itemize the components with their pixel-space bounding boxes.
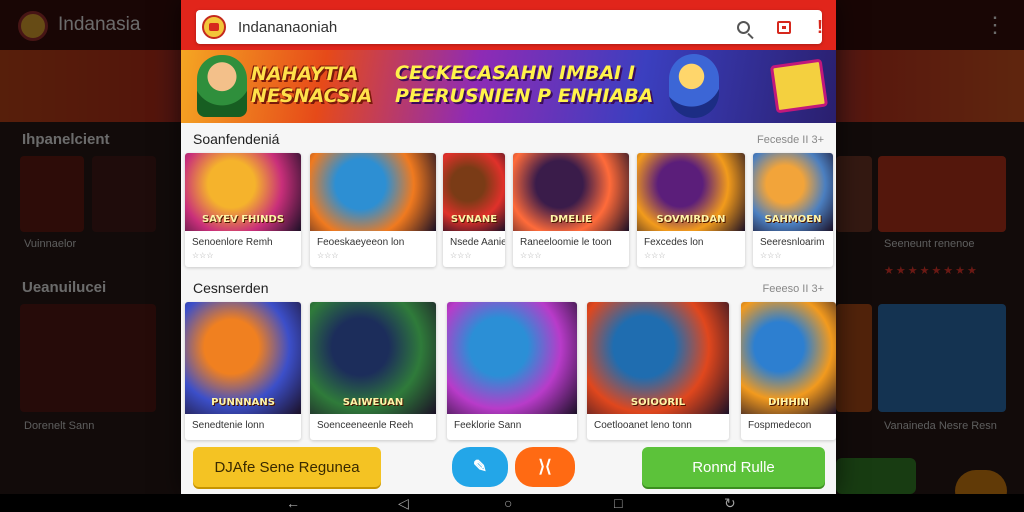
game-cover-label: SAHMOEN [764, 214, 822, 225]
game-title: Feeklorie Sann [454, 420, 522, 431]
bg-caption: Seeneunt renenoe [884, 238, 975, 250]
game-title: Senoenlore Remh [192, 237, 273, 248]
search-icon[interactable] [731, 15, 755, 39]
game-card[interactable]: SVNANE Nsede Aaniet ☆☆☆ [443, 153, 505, 267]
game-rating: ☆☆☆ [760, 251, 782, 260]
bg-tile [20, 156, 84, 232]
game-cover-art: PUNNNANS [185, 302, 301, 414]
box-icon[interactable] [772, 15, 796, 39]
game-card[interactable]: Feoeskaeyeeon lon ☆☆☆ [310, 153, 436, 267]
game-cover-art: SAHMOEN [753, 153, 833, 231]
back-arrow-icon[interactable]: ← [286, 495, 300, 511]
search-input[interactable] [238, 14, 658, 40]
game-card[interactable]: SOIOORIL Coetlooanet leno tonn [587, 302, 729, 440]
recents-icon[interactable]: □ [614, 495, 622, 511]
game-rating: ☆☆☆ [192, 251, 214, 260]
game-title: Fospmedecon [748, 420, 812, 431]
game-cover-art [447, 302, 577, 414]
banner-right-line-2: PEERUSNIEN P ENHIABA [395, 85, 654, 107]
game-title: Seeresnloarim [760, 237, 825, 248]
secondary-action-button[interactable]: Ronnd Rulle [642, 447, 825, 487]
game-cover-label: PUNNNANS [211, 397, 275, 408]
bg-caption: Vuinnaelor [24, 238, 77, 250]
game-cover-label: DIHHIN [768, 397, 809, 408]
game-cover-art: DMELIE [513, 153, 629, 231]
section-title: Cesnserden [193, 280, 269, 296]
game-title: Raneeloomie le toon [520, 237, 612, 248]
game-cover-art [310, 153, 436, 231]
home-icon[interactable]: ○ [504, 495, 512, 511]
bg-app-logo [18, 11, 48, 41]
game-rating: ☆☆☆ [317, 251, 339, 260]
top-bar: ! [181, 0, 836, 50]
bg-section-heading: Ihpanelcient [22, 131, 110, 148]
primary-action-button[interactable]: DJAfe Sene Regunea [193, 447, 381, 487]
game-cover-label: DMELIE [549, 214, 592, 225]
banner-right-line-1: CECKECASAHN IMBAI I [395, 62, 635, 84]
game-card[interactable]: SOVMIRDAN Fexcedes lon ☆☆☆ [637, 153, 745, 267]
game-rating: ☆☆☆ [520, 251, 542, 260]
game-rating: ☆☆☆ [644, 251, 666, 260]
game-cover-art: SVNANE [443, 153, 505, 231]
chat-button[interactable]: ✎ [452, 447, 508, 487]
banner-card-art [769, 58, 829, 114]
bg-tile [836, 156, 872, 232]
banner-character-right [669, 54, 719, 118]
section-more-link[interactable]: Feeeso II 3+ [763, 283, 824, 295]
game-cover-label: SVNANE [450, 214, 498, 225]
game-cover-art: SOIOORIL [587, 302, 729, 414]
game-title: Fexcedes lon [644, 237, 704, 248]
game-title: Senedtenie lonn [192, 420, 265, 431]
game-card[interactable]: SAIWEUAN Soenceeneenle Reeh [310, 302, 436, 440]
screen: Indanasia ⋮ Ihpanelcient Vuinnaelor Seen… [0, 0, 1024, 512]
bg-tile [836, 304, 872, 412]
game-title: Feoeskaeyeeon lon [317, 237, 405, 248]
bg-tile [878, 304, 1006, 412]
bg-app-title: Indanasia [58, 14, 141, 35]
assistant-icon[interactable]: ↻ [724, 495, 736, 512]
bg-rating-stars: ★★★★★★★★ [884, 265, 979, 277]
store-panel: ! NAHAYTIA NESNACSIA CECKECASAHN IMBAI I… [181, 0, 836, 494]
overflow-menu-icon[interactable]: ⋮ [984, 12, 1006, 38]
bg-tile [20, 304, 156, 412]
section-more-link[interactable]: Fecesde II 3+ [757, 134, 824, 146]
bg-tile [878, 156, 1006, 232]
game-card[interactable]: SAHMOEN Seeresnloarim ☆☆☆ [753, 153, 833, 267]
promo-banner[interactable]: NAHAYTIA NESNACSIA CECKECASAHN IMBAI I P… [181, 50, 836, 123]
game-cover-art: SAIWEUAN [310, 302, 436, 414]
game-cover-art: SOVMIRDAN [637, 153, 745, 231]
game-card[interactable]: DMELIE Raneeloomie le toon ☆☆☆ [513, 153, 629, 267]
game-title: Nsede Aaniet [450, 237, 505, 248]
game-card[interactable]: DIHHIN Fospmedecon [741, 302, 836, 440]
app-logo-icon [202, 15, 226, 39]
game-cover-art: DIHHIN [741, 302, 836, 414]
game-cover-art: SAYEV FHINDS [185, 153, 301, 231]
game-cover-label: SAIWEUAN [342, 397, 404, 408]
search-bar[interactable]: ! [196, 10, 823, 44]
game-rating: ☆☆☆ [450, 251, 472, 260]
banner-left-text: NAHAYTIA NESNACSIA [251, 63, 373, 107]
game-title: Soenceeneenle Reeh [317, 420, 414, 431]
bg-caption: Vanaineda Nesre Resn [884, 420, 997, 432]
section-title: Soanfendeniá [193, 131, 280, 147]
shuffle-button[interactable]: ⟩⟨ [515, 447, 575, 487]
shuffle-icon: ⟩⟨ [538, 457, 552, 476]
game-title: Coetlooanet leno tonn [594, 420, 692, 431]
bg-green-button [836, 458, 916, 494]
banner-character-left [197, 55, 247, 117]
alert-icon[interactable]: ! [808, 15, 832, 39]
bg-section-heading: Ueanuilucei [22, 279, 107, 296]
game-card[interactable]: PUNNNANS Senedtenie lonn [185, 302, 301, 440]
bg-tile [92, 156, 156, 232]
game-card[interactable]: Feeklorie Sann [447, 302, 577, 440]
game-cover-label: SOVMIRDAN [656, 214, 726, 225]
game-cover-label: SAYEV FHINDS [201, 214, 285, 225]
bg-caption: Dorenelt Sann [24, 420, 95, 432]
chat-icon: ✎ [472, 457, 488, 476]
game-cover-label: SOIOORIL [630, 397, 686, 408]
banner-right-text: CECKECASAHN IMBAI I PEERUSNIEN P ENHIABA [395, 62, 653, 108]
back-triangle-icon[interactable]: ◁ [398, 495, 409, 512]
game-card[interactable]: SAYEV FHINDS Senoenlore Remh ☆☆☆ [185, 153, 301, 267]
